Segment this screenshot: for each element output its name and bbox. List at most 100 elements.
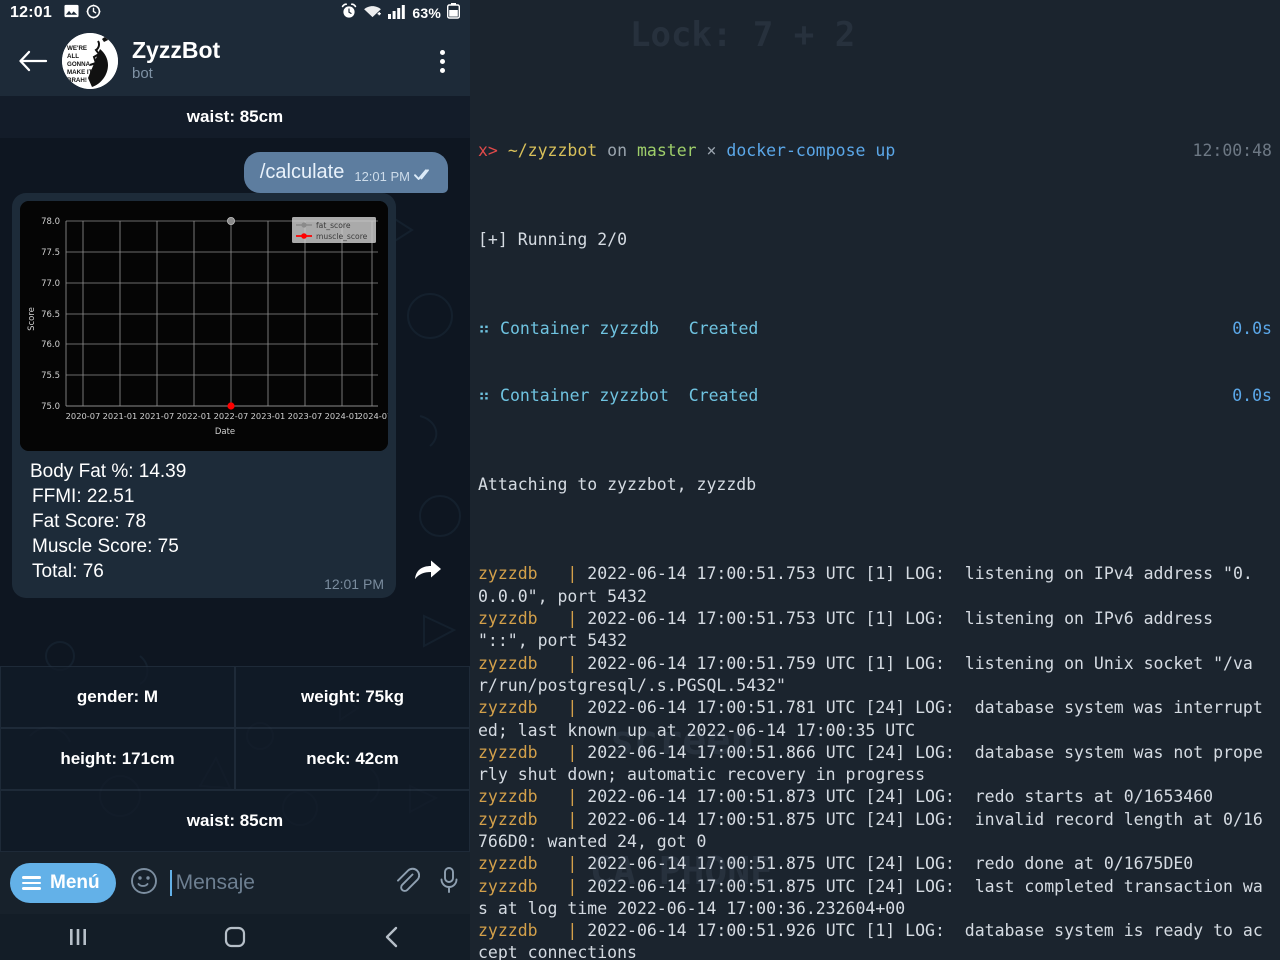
read-checks-icon [414,168,434,184]
chat-title-block: ZyzzBot bot [132,38,220,84]
prompt-branch: master [636,140,697,160]
recents-icon[interactable] [43,917,113,957]
container-duration: 0.0s [1232,319,1272,339]
log-service-name: zyzzdb [478,876,538,896]
log-service-name: zyzzdb [478,698,538,718]
log-message-text: 2022-06-14 17:00:51.866 UTC [24] LOG: da… [478,742,1263,785]
bot-keyboard-button-gender[interactable]: gender: M [0,666,235,728]
chat-message-list[interactable]: waist: 85cm /calculate 12:01 PM 78.0 77.… [0,96,470,852]
stat-ffmi: FFMI: 22.51 [32,486,135,508]
terminal-pane[interactable]: Lock: 7 + 2 screen CA PHONE x> ~/zyzzbot… [470,0,1280,960]
svg-text:77.5: 77.5 [41,248,60,258]
bot-message-time: 12:01 PM [324,576,384,593]
log-pipe-separator: | [537,564,588,584]
log-pipe-separator: | [537,653,588,673]
menu-button[interactable]: Menú [10,863,116,903]
svg-text:fat_score: fat_score [316,221,351,230]
prompt-timestamp: 12:00:48 [1192,140,1272,160]
svg-text:2022-01: 2022-01 [177,411,212,421]
bot-keyboard-button-top[interactable]: waist: 85cm [0,96,470,138]
forward-arrow-icon[interactable] [408,550,448,590]
back-arrow-icon[interactable] [16,44,50,78]
log-service-name: zyzzdb [478,609,538,629]
terminal-running-line: [+] Running 2/0 [478,229,628,249]
log-message-text: 2022-06-14 17:00:51.753 UTC [1] LOG: lis… [478,609,1224,651]
android-nav-bar [0,914,470,960]
log-pipe-separator: | [537,698,588,718]
outgoing-message-time: 12:01 PM [354,168,410,184]
terminal-prompt-line: x> ~/zyzzbot on master × docker-compose … [478,140,1272,162]
microphone-icon[interactable] [438,866,460,901]
ghost-watermark: Lock: 7 + 2 [630,15,856,55]
log-service-name: zyzzdb [478,653,538,673]
log-service-name: zyzzdb [478,742,538,762]
svg-text:2024-01: 2024-01 [325,411,360,421]
svg-text:76.5: 76.5 [41,310,60,320]
bot-result-message[interactable]: 78.0 77.5 77.0 76.5 76.0 75.5 75.0 2020-… [12,193,441,599]
terminal-log-line: zyzzdb | 2022-06-14 17:00:51.753 UTC [1]… [478,563,1272,608]
avatar[interactable]: WE'RE ALL GONNA MAKE IT BRAH! [62,33,118,89]
log-pipe-separator: | [537,854,588,874]
svg-text:2023-07: 2023-07 [288,411,323,421]
bot-keyboard-row-3: waist: 85cm [0,790,470,852]
bot-keyboard-row-1: gender: M weight: 75kg [0,666,470,728]
svg-text:2024-07: 2024-07 [358,411,388,421]
muscle-score-point [227,402,235,410]
log-pipe-separator: | [537,809,588,829]
terminal-log-line: zyzzdb | 2022-06-14 17:00:51.759 UTC [1]… [478,653,1272,698]
svg-text:2020-07: 2020-07 [66,411,101,421]
bot-keyboard-button-height[interactable]: height: 171cm [0,728,235,790]
paperclip-icon[interactable] [393,866,421,900]
log-message-text: 2022-06-14 17:00:51.875 UTC [24] LOG: in… [478,809,1263,851]
container-text: Container zyzzdb Created [500,319,759,339]
svg-text:2021-07: 2021-07 [140,411,175,421]
smiley-icon[interactable] [130,867,158,900]
svg-text:75.5: 75.5 [41,371,60,381]
bot-keyboard-button-weight[interactable]: weight: 75kg [235,666,470,728]
log-pipe-separator: | [537,787,588,807]
svg-text:2023-01: 2023-01 [251,411,286,421]
log-service-name: zyzzdb [478,854,538,874]
container-bullet-icon: ⠶ [478,319,491,339]
terminal-container-row-2: ⠶ Container zyzzbot Created 0.0s [478,385,1272,407]
log-pipe-separator: | [537,876,588,896]
outgoing-message-bubble[interactable]: /calculate 12:01 PM [243,152,448,193]
bot-keyboard-button-waist[interactable]: waist: 85cm [0,790,470,852]
log-message-text: 2022-06-14 17:00:51.875 UTC [24] LOG: la… [478,876,1263,918]
status-bar: 12:01 63% [0,0,470,26]
back-chevron-icon[interactable] [357,917,427,957]
prompt-command: docker-compose [726,140,866,160]
stat-muscle-score: Muscle Score: 75 [32,536,179,558]
terminal-attaching-line: Attaching to zyzzbot, zyzzdb [478,475,757,495]
log-service-name: zyzzdb [478,809,538,829]
image-icon [64,4,79,22]
page-title: ZyzzBot [132,36,221,63]
home-icon[interactable] [200,917,270,957]
chat-subtitle: bot [132,64,153,82]
prompt-path: ~/zyzzbot [507,140,598,160]
log-pipe-separator: | [537,742,588,762]
terminal-log-line: zyzzdb | 2022-06-14 17:00:51.875 UTC [24… [478,853,1272,875]
container-text: Container zyzzbot Created [500,386,759,406]
signal-icon [388,4,406,23]
bot-keyboard-row-2: height: 171cm neck: 42cm [0,728,470,790]
hamburger-icon [22,876,41,890]
message-input-field[interactable]: Mensaje [169,870,375,896]
telegram-phone-pane: 12:01 63% WE'RE ALL GONNA MAKE IT BRAH! … [0,0,470,960]
log-pipe-separator: | [537,609,588,629]
prompt-dirty-marker: × [706,140,717,160]
log-service-name: zyzzdb [478,921,538,941]
container-bullet-icon: ⠶ [478,386,491,406]
outgoing-message-meta: 12:01 PM [354,168,434,184]
terminal-log-line: zyzzdb | 2022-06-14 17:00:51.875 UTC [24… [478,876,1272,921]
terminal-log-line: zyzzdb | 2022-06-14 17:00:51.873 UTC [24… [478,786,1272,808]
log-message-text: 2022-06-14 17:00:51.873 UTC [24] LOG: re… [587,787,1214,807]
prompt-on: on [607,140,628,160]
svg-text:muscle_score: muscle_score [316,232,368,241]
prompt-command-arg: up [875,140,896,160]
score-chart[interactable]: 78.0 77.5 77.0 76.5 76.0 75.5 75.0 2020-… [20,201,388,451]
chart-legend: fat_score muscle_score [292,217,376,243]
terminal-log-line: zyzzdb | 2022-06-14 17:00:51.753 UTC [1]… [478,608,1272,653]
kebab-menu-icon[interactable] [428,41,456,81]
bot-keyboard-button-neck[interactable]: neck: 42cm [235,728,470,790]
